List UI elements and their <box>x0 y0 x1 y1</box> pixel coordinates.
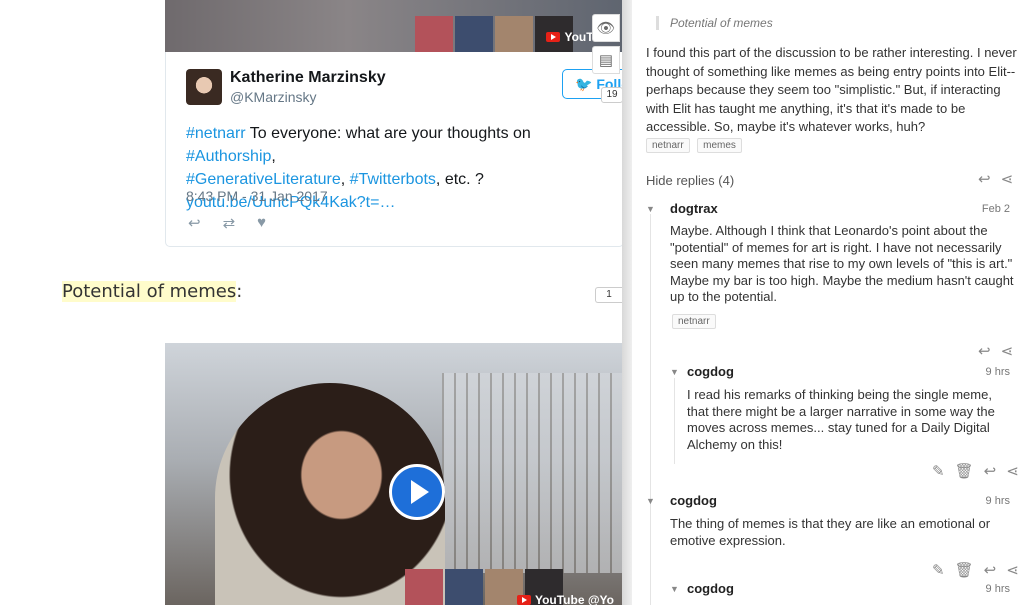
tweet-text-segment: , <box>340 171 350 188</box>
page-notes-icon[interactable]: ▤ <box>592 46 620 74</box>
tweet-text-segment: , <box>271 148 276 165</box>
retweet-icon[interactable]: ⇄ <box>223 214 236 232</box>
reply-username[interactable]: cogdog <box>687 581 734 596</box>
reply-timestamp[interactable]: Feb 2 <box>962 203 1010 215</box>
reply-timestamp[interactable]: 9 hrs <box>962 366 1010 378</box>
reply-username[interactable]: cogdog <box>670 493 717 508</box>
annotation-sidebar: Potential of memes I found this part of … <box>622 0 1024 605</box>
embedded-tweet: Katherine Marzinsky @KMarzinsky 🐦 Follow… <box>165 52 622 247</box>
hashtag-link[interactable]: #Authorship <box>186 148 271 165</box>
reply-text: The thing of memes is that they are like… <box>670 516 991 548</box>
like-heart-icon[interactable]: ♥ <box>257 214 266 232</box>
reply-icon[interactable]: ↩ <box>978 170 991 188</box>
annotation-tags: netnarr memes <box>646 135 745 153</box>
delete-icon[interactable]: 🗑 <box>955 462 974 480</box>
share-icon[interactable]: ⋖ <box>1001 342 1014 360</box>
tweet-text-segment: , etc. ? <box>435 171 484 188</box>
main-video-embed[interactable]: YouTube @Yo <box>165 343 622 605</box>
top-video-embed[interactable]: YouTube <box>165 0 622 52</box>
section-heading: Potential of memes: <box>62 281 242 302</box>
hashtag-link[interactable]: #netnarr <box>186 125 246 142</box>
tweet-text-segment: To everyone: what are your thoughts on <box>245 125 531 142</box>
thread-line <box>674 378 675 464</box>
reply-username[interactable]: dogtrax <box>670 201 718 216</box>
tag[interactable]: netnarr <box>646 138 690 153</box>
highlighted-text[interactable]: Potential of memes <box>62 281 237 302</box>
hashtag-link[interactable]: #GenerativeLiterature <box>186 171 341 188</box>
video-background <box>442 373 622 573</box>
reply-timestamp[interactable]: 9 hrs <box>962 583 1010 595</box>
collapse-icon[interactable]: ▼ <box>646 496 655 506</box>
play-icon[interactable] <box>389 464 445 520</box>
reply-icon[interactable]: ↩ <box>978 342 991 360</box>
reply-actions: ↩ ⋖ <box>978 342 1013 360</box>
annotation-quote[interactable]: Potential of memes <box>656 16 773 30</box>
share-icon[interactable]: ⋖ <box>1001 170 1014 188</box>
reply-icon[interactable]: ↩ <box>984 561 997 579</box>
hide-replies-toggle[interactable]: Hide replies (4) <box>646 173 734 188</box>
reply-actions: ✎ 🗑 ↩ ⋖ <box>932 561 1019 579</box>
tweet-author-name[interactable]: Katherine Marzinsky <box>230 69 386 87</box>
collapse-icon[interactable]: ▼ <box>670 584 679 594</box>
avatar[interactable] <box>186 69 222 105</box>
tweet-actions: ↩ ⇄ ♥ <box>188 214 266 232</box>
collapse-icon[interactable]: ▼ <box>646 204 655 214</box>
reply-tags: netnarr <box>672 311 719 329</box>
youtube-icon <box>516 595 531 605</box>
thread-line <box>650 214 651 605</box>
share-icon[interactable]: ⋖ <box>1006 561 1019 579</box>
annotation-count-badge[interactable]: 1 <box>595 287 622 303</box>
twitter-bird-icon: 🐦 <box>575 76 593 92</box>
sidebar-edge <box>622 0 632 605</box>
annotation-toolbar: 👁 ▤ <box>592 14 622 78</box>
tag[interactable]: netnarr <box>672 314 716 329</box>
edit-icon[interactable]: ✎ <box>932 462 945 480</box>
edit-icon[interactable]: ✎ <box>932 561 945 579</box>
youtube-badge[interactable]: YouTube @Yo <box>516 593 614 605</box>
hashtag-link[interactable]: #Twitterbots <box>350 171 436 188</box>
annotation-actions: ↩ ⋖ <box>978 170 1013 188</box>
youtube-icon <box>546 32 561 42</box>
heading-suffix: : <box>236 281 243 302</box>
tweet-date[interactable]: 8:43 PM - 31 Jan 2017 <box>186 188 328 204</box>
youtube-label: YouTube @Yo <box>534 593 614 605</box>
page-content: YouTube Katherine Marzinsky @KMarzinsky … <box>0 0 622 605</box>
reply-text: Maybe. Although I think that Leonardo's … <box>670 223 1014 304</box>
share-icon[interactable]: ⋖ <box>1006 462 1019 480</box>
reply-timestamp[interactable]: 9 hrs <box>962 495 1010 507</box>
annotation-card: Potential of memes I found this part of … <box>632 0 1024 605</box>
reply-icon[interactable]: ↩ <box>188 214 201 232</box>
page-annotation-count[interactable]: 19 <box>601 87 623 103</box>
reply-actions: ✎ 🗑 ↩ ⋖ <box>932 462 1019 480</box>
tweet-author-handle[interactable]: @KMarzinsky <box>230 89 317 105</box>
tag[interactable]: memes <box>697 138 742 153</box>
reply-username[interactable]: cogdog <box>687 364 734 379</box>
annotation-body: I found this part of the discussion to b… <box>646 45 1017 134</box>
reply-icon[interactable]: ↩ <box>984 462 997 480</box>
delete-icon[interactable]: 🗑 <box>955 561 974 579</box>
reply-text: I read his remarks of thinking being the… <box>687 387 995 452</box>
eye-icon[interactable]: 👁 <box>592 14 620 42</box>
collapse-icon[interactable]: ▼ <box>670 367 679 377</box>
